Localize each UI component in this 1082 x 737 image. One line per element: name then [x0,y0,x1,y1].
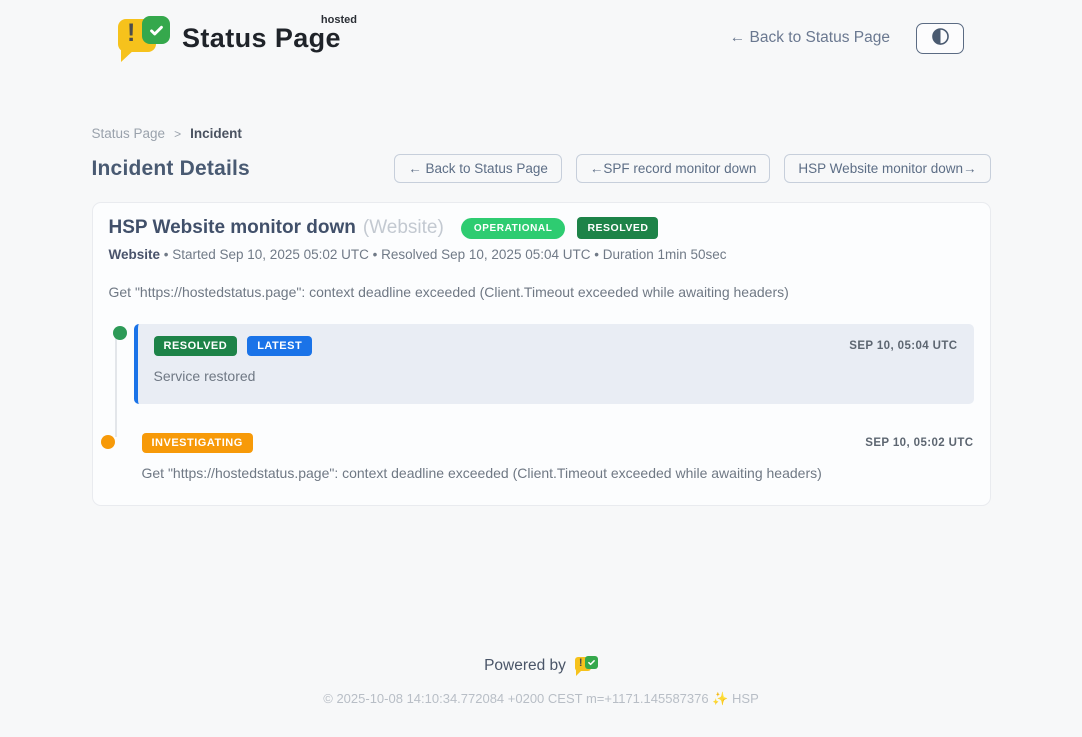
operational-status-badge: OPERATIONAL [461,218,566,239]
header-back-to-status-page-link[interactable]: ← Back to Status Page [730,29,890,47]
timeline-dot-investigating [101,435,115,449]
timeline-entry-resolved: RESOLVED LATEST SEP 10, 05:04 UTC Servic… [134,324,974,404]
incident-description: Get "https://hostedstatus.page": context… [109,284,974,300]
copyright-line: © 2025-10-08 14:10:34.772084 +0200 CEST … [0,691,1082,707]
checkmark-icon [142,16,170,44]
incident-component: Website [109,247,161,262]
timeline-entry-investigating: INVESTIGATING SEP 10, 05:02 UTC Get "htt… [134,433,974,481]
brand-superscript: hosted [321,14,357,26]
next-incident-button[interactable]: HSP Website monitor down→ [784,154,990,183]
timeline-connector-line [115,337,117,437]
main-content: Status Page > Incident Incident Details … [92,126,991,506]
powered-by-label: Powered by [484,657,566,675]
timeline-message: Get "https://hostedstatus.page": context… [142,465,974,481]
incident-meta: Website • Started Sep 10, 2025 05:02 UTC… [109,247,974,262]
breadcrumb-separator: > [174,127,181,141]
incident-card: HSP Website monitor down (Website) OPERA… [92,202,991,506]
checkmark-icon [585,656,598,669]
back-to-status-page-button[interactable]: ← Back to Status Page [394,154,562,183]
page-title: Incident Details [92,157,250,181]
prev-incident-button[interactable]: ←SPF record monitor down [576,154,771,183]
timeline-latest-badge: LATEST [247,336,312,356]
timeline-message: Service restored [154,368,958,384]
exclamation-icon: ! [127,21,135,46]
brand-name: Status Page hosted [182,23,351,54]
breadcrumb-status-page[interactable]: Status Page [92,126,166,141]
breadcrumb-incident: Incident [190,126,242,141]
hsp-mini-logo-icon[interactable]: ! [575,655,598,676]
footer: Powered by ! © 2025-10-08 14:10:34.77208… [0,655,1082,707]
timeline-resolved-badge: RESOLVED [154,336,238,356]
header: ! Status Page hosted ← Back to Status Pa… [0,0,1082,64]
incident-scope: (Website) [363,217,444,239]
exclamation-icon: ! [579,658,583,669]
resolved-state-badge: RESOLVED [577,217,658,239]
powered-by: Powered by ! [484,655,598,676]
timeline-dot-resolved [113,326,127,340]
breadcrumb: Status Page > Incident [92,126,991,141]
circle-half-icon [931,27,950,49]
status-page-logo-icon: ! [118,15,170,61]
timeline-timestamp: SEP 10, 05:02 UTC [865,437,973,449]
theme-toggle-button[interactable] [916,23,964,54]
incident-nav-buttons: ← Back to Status Page ←SPF record monito… [394,154,990,183]
brand-logo[interactable]: ! Status Page hosted [118,15,351,61]
incident-title: HSP Website monitor down [109,217,356,239]
incident-meta-details: • Started Sep 10, 2025 05:02 UTC • Resol… [160,247,727,262]
incident-timeline: RESOLVED LATEST SEP 10, 05:04 UTC Servic… [109,324,974,481]
brand-text: Status Page [182,23,341,53]
timeline-investigating-badge: INVESTIGATING [142,433,253,453]
timeline-timestamp: SEP 10, 05:04 UTC [849,340,957,352]
logo-bubble-tail [121,49,135,62]
